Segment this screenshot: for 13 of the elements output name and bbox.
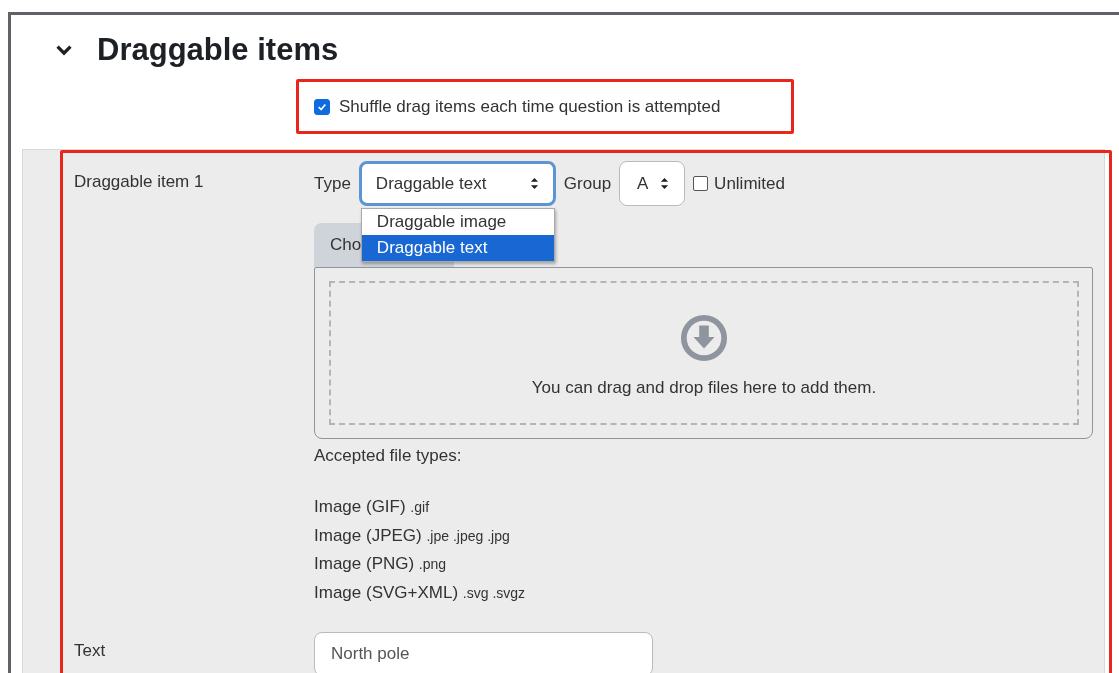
- accepted-types-label: Accepted file types:: [314, 445, 463, 467]
- checkbox-label: Unlimited: [714, 173, 785, 194]
- file-type-entry: Image (JPEG) .jpe .jpeg .jpg: [314, 524, 511, 547]
- field-label: Type: [314, 173, 351, 194]
- file-type-entry: Image (PNG) .png: [314, 553, 448, 576]
- dropzone-text: You can drag and drop files here to add them.: [531, 378, 877, 398]
- file-type-entry: Image (GIF) .gif: [314, 496, 431, 518]
- field-label: Text: [73, 640, 107, 663]
- checkbox-label: Shuffle drag items each time question is attempted: [339, 96, 721, 117]
- field-label: Draggable item 1: [73, 171, 205, 193]
- field-label: Group: [563, 173, 612, 194]
- section-title: Draggable items: [97, 31, 339, 69]
- file-type-entry: Image (SVG+XML) .svg .svgz: [314, 581, 527, 604]
